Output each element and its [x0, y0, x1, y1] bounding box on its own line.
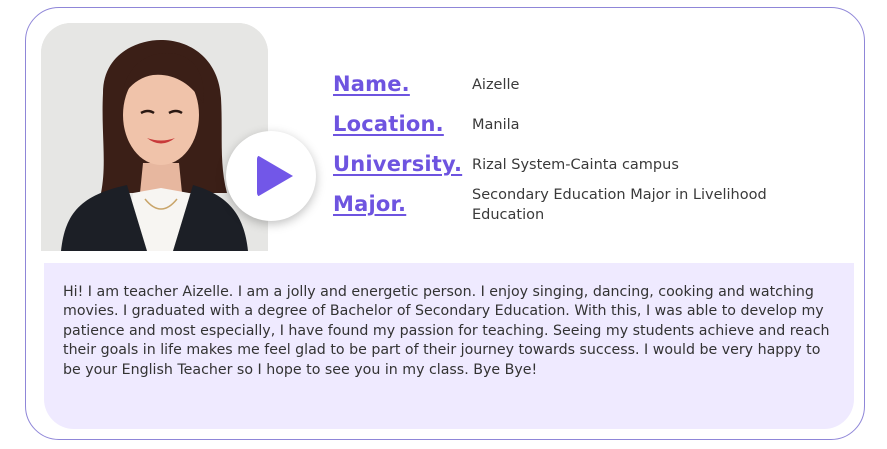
play-icon [257, 155, 293, 197]
university-label: University. [333, 152, 463, 176]
profile-row-major: Major. Secondary Education Major in Live… [333, 182, 802, 225]
profile-row-university: University. Rizal System-Cainta campus [333, 152, 802, 176]
bio-section: Hi! I am teacher Aizelle. I am a jolly a… [44, 263, 854, 429]
name-value: Aizelle [472, 77, 520, 93]
profile-row-location: Location. Manila [333, 112, 802, 136]
name-label: Name. [333, 72, 410, 96]
major-value: Secondary Education Major in Livelihood … [472, 187, 767, 223]
location-value: Manila [472, 117, 520, 133]
play-video-button[interactable] [226, 131, 316, 221]
bio-text: Hi! I am teacher Aizelle. I am a jolly a… [63, 284, 830, 378]
teacher-photo [41, 23, 268, 251]
profile-row-name: Name. Aizelle [333, 72, 802, 96]
location-label: Location. [333, 112, 444, 136]
major-label: Major. [333, 192, 407, 216]
university-value: Rizal System-Cainta campus [472, 157, 679, 173]
